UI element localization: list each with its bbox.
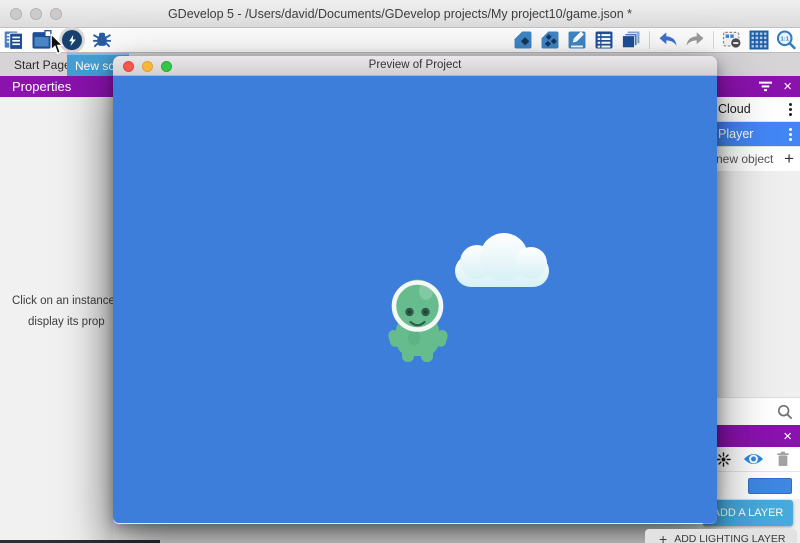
app-titlebar: GDevelop 5 - /Users/david/Documents/GDev…	[0, 0, 800, 28]
close-window-icon[interactable]	[123, 61, 134, 72]
maximize-window-icon[interactable]	[50, 8, 62, 20]
preview-window-controls	[123, 61, 172, 72]
player-sprite	[383, 272, 453, 367]
object-row-cloud[interactable]: Cloud	[713, 97, 800, 122]
object-row-player[interactable]: Player	[713, 122, 800, 147]
layers-button[interactable]	[620, 29, 642, 51]
object-groups-button[interactable]	[539, 29, 561, 51]
game-canvas[interactable]	[113, 76, 717, 523]
properties-hint: Click on an instance in display its prop	[0, 291, 113, 332]
filter-icon[interactable]	[759, 81, 772, 92]
visibility-eye-icon[interactable]	[743, 452, 764, 466]
layer-color-chip[interactable]	[748, 478, 792, 494]
grid-icon	[748, 29, 770, 51]
hint-line-2: display its prop	[0, 312, 113, 333]
add-lighting-label: ADD LIGHTING LAYER	[674, 533, 785, 543]
scene-properties-button[interactable]	[566, 29, 588, 51]
toggle-mask-button[interactable]	[721, 29, 743, 51]
object-groups-icon	[539, 29, 561, 51]
objects-editor-button[interactable]	[512, 29, 534, 51]
plus-icon	[659, 531, 667, 543]
properties-panel-header[interactable]: Properties	[0, 76, 113, 97]
objects-panel: Cloud Player new object	[713, 76, 800, 425]
object-menu-dots-icon[interactable]	[787, 101, 794, 118]
preview-window-title: Preview of Project	[113, 56, 717, 75]
search-icon[interactable]	[777, 404, 793, 420]
ambient-light-icon[interactable]	[716, 452, 731, 467]
objects-panel-header	[713, 76, 800, 97]
project-manager-button[interactable]	[3, 29, 25, 51]
redo-button[interactable]	[684, 29, 706, 51]
object-menu-dots-icon[interactable]	[787, 126, 794, 143]
trash-icon[interactable]	[776, 451, 790, 467]
add-lighting-layer-button[interactable]: ADD LIGHTING LAYER	[645, 529, 797, 543]
maximize-window-icon[interactable]	[161, 61, 172, 72]
objects-search-bar[interactable]	[713, 397, 800, 425]
minimize-window-icon[interactable]	[30, 8, 42, 20]
preview-titlebar[interactable]: Preview of Project	[113, 56, 717, 76]
objects-editor-icon	[512, 29, 534, 51]
instances-list-icon	[593, 29, 615, 51]
toggle-grid-button[interactable]	[748, 29, 770, 51]
object-label: Player	[718, 127, 787, 141]
toolbar-right-group: 1:1	[512, 28, 797, 52]
zoom-options-button[interactable]: 1:1	[775, 29, 797, 51]
preview-circle	[62, 30, 82, 50]
app-title: GDevelop 5 - /Users/david/Documents/GDev…	[0, 0, 800, 28]
redo-icon	[684, 29, 706, 51]
minimize-window-icon[interactable]	[142, 61, 153, 72]
gdevelop-app-window: GDevelop 5 - /Users/david/Documents/GDev…	[0, 0, 800, 543]
window-controls	[10, 8, 62, 20]
undo-button[interactable]	[657, 29, 679, 51]
properties-title: Properties	[12, 79, 71, 94]
lightning-icon	[65, 33, 80, 48]
add-object-row[interactable]: new object	[713, 147, 800, 171]
project-manager-icon	[3, 29, 25, 51]
edit-pencil-icon	[566, 29, 588, 51]
toolbar-separator	[713, 31, 714, 49]
object-label: Cloud	[718, 102, 787, 116]
instances-list-button[interactable]	[593, 29, 615, 51]
undo-icon	[657, 29, 679, 51]
mask-icon	[721, 29, 743, 51]
hint-line-1: Click on an instance in	[0, 291, 113, 312]
main-toolbar: 1:1	[0, 28, 800, 52]
plus-icon[interactable]	[784, 149, 794, 169]
close-window-icon[interactable]	[10, 8, 22, 20]
zoom-1-1-icon: 1:1	[775, 29, 797, 51]
close-icon[interactable]	[783, 79, 792, 94]
debug-bug-icon	[91, 29, 113, 51]
debug-button[interactable]	[91, 29, 113, 51]
objects-list-empty-area	[713, 171, 800, 397]
cloud-sprite	[455, 233, 549, 287]
properties-panel: Properties Click on an instance in displ…	[0, 76, 113, 540]
toolbar-separator	[649, 31, 650, 49]
close-icon[interactable]	[783, 429, 792, 444]
zoom-label: 1:1	[780, 37, 789, 43]
mouse-cursor-icon	[50, 34, 65, 55]
add-object-label: new object	[716, 152, 784, 166]
preview-window: Preview of Project	[113, 56, 717, 524]
layers-stack-icon	[620, 29, 642, 51]
